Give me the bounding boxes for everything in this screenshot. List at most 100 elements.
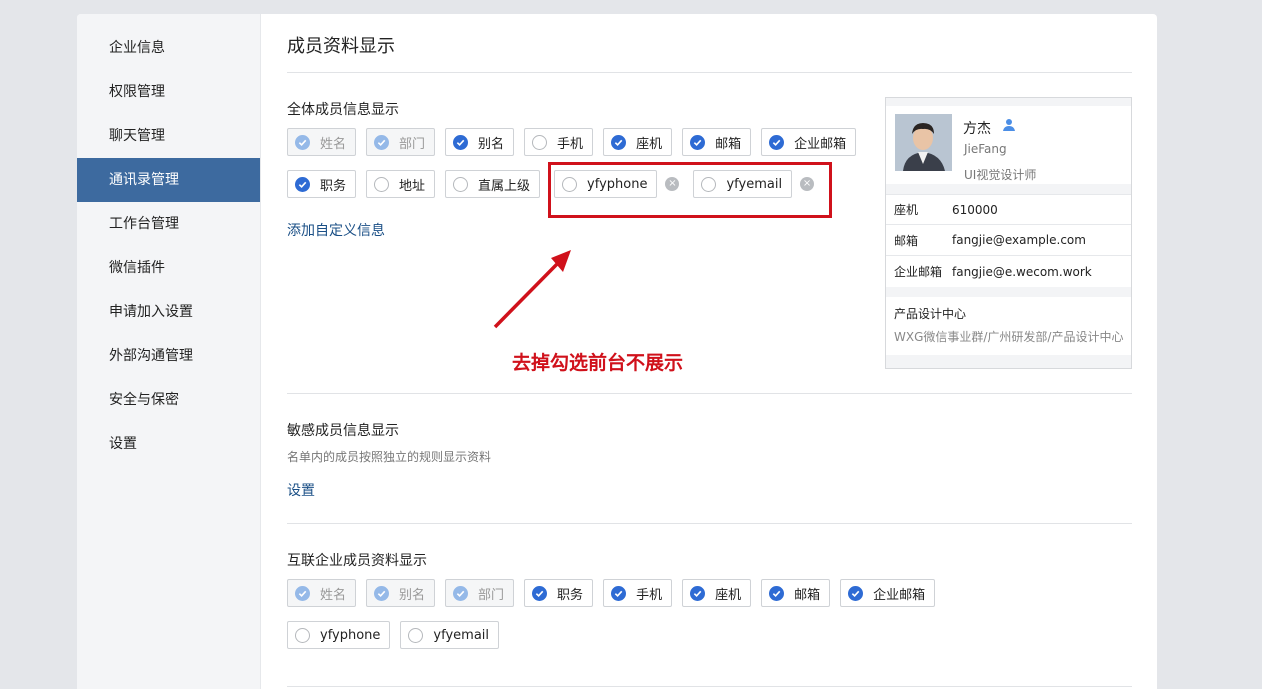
check-circle-icon [374,585,390,601]
card-row: 邮箱 fangjie@example.com [886,225,1131,256]
card-row-key: 座机 [894,203,919,217]
user-icon [1003,119,1015,131]
check-circle-icon [295,134,310,150]
annotation-arrow-icon [493,250,571,329]
check-circle-icon [532,585,548,601]
page-title: 成员资料显示 [287,36,395,57]
avatar [895,114,952,171]
field-label: 部门 [399,136,426,152]
check-circle-icon [453,585,469,601]
card-row: 企业邮箱 fangjie@e.wecom.work [886,256,1131,287]
field-checkbox[interactable]: 企业邮箱 [840,579,936,607]
card-header: 方杰 JieFang UI视觉设计师 [886,106,1131,184]
check-circle-icon [848,585,864,601]
check-circle-icon [690,134,706,150]
field-label: 职务 [557,587,584,603]
check-circle-icon [769,134,785,150]
field-checkbox[interactable]: 别名 [445,128,515,156]
field-checkbox[interactable]: yfyemail [400,621,500,649]
field-checkbox[interactable]: 座机 [682,579,752,607]
field-label: 企业邮箱 [794,136,847,152]
field-checkbox: 姓名 [287,128,357,156]
sidebar-item[interactable]: 设置 [77,422,260,466]
field-label: yfyphone [320,627,381,643]
field-checkbox[interactable]: 直属上级 [445,170,541,198]
divider [287,523,1132,524]
field-checkbox[interactable]: 手机 [603,579,673,607]
field-label: yfyemail [433,627,490,643]
field-label: 手机 [636,587,663,603]
unchecked-circle-icon [295,627,310,643]
sidebar-item[interactable]: 外部沟通管理 [77,334,260,378]
annotation-highlight-box [548,162,832,218]
profile-preview-card: 方杰 JieFang UI视觉设计师 座机 610000 邮箱 fangjie@ex… [885,97,1132,369]
sidebar-item[interactable]: 工作台管理 [77,202,260,246]
field-label: 姓名 [320,136,347,152]
field-checkbox[interactable]: yfyphone [287,621,391,649]
check-circle-icon [611,134,627,150]
check-circle-icon [690,585,706,601]
sidebar-item[interactable]: 权限管理 [77,70,260,114]
field-label: 直属上级 [478,178,531,194]
field-label: 姓名 [320,587,347,603]
unchecked-circle-icon [532,134,548,150]
field-label: 邮箱 [715,136,742,152]
annotation-text: 去掉勾选前台不展示 [512,352,684,374]
field-label: 手机 [557,136,584,152]
department-path: WXG微信事业群/广州研发部/产品设计中心 [894,330,1124,344]
field-checkbox[interactable]: 座机 [603,128,673,156]
field-label: 别名 [478,136,505,152]
field-label: 别名 [399,587,426,603]
card-row-value: fangjie@e.wecom.work [952,264,1092,279]
card-job-title: UI视觉设计师 [964,168,1037,182]
field-label: 职务 [320,178,347,194]
field-checkbox: 姓名 [287,579,357,607]
check-circle-icon [295,176,310,192]
field-label: 邮箱 [794,587,821,603]
sidebar-item[interactable]: 申请加入设置 [77,290,260,334]
check-circle-icon [295,585,310,601]
sidebar-item[interactable]: 聊天管理 [77,114,260,158]
divider [287,686,1132,687]
field-label: 部门 [478,587,505,603]
card-row: 座机 610000 [886,194,1131,225]
sidebar-item[interactable]: 通讯录管理 [77,158,260,202]
field-checkbox: 部门 [445,579,515,607]
all-members-fields-row1: 姓名 部门 别名 手机 座机 邮箱 企业邮箱 [287,128,866,156]
divider [287,72,1132,73]
card-row-key: 企业邮箱 [894,265,943,279]
sidebar-item[interactable]: 安全与保密 [77,378,260,422]
field-checkbox[interactable]: 邮箱 [682,128,752,156]
check-circle-icon [611,585,627,601]
check-circle-icon [769,585,785,601]
field-checkbox: 部门 [366,128,436,156]
field-checkbox[interactable]: 职务 [524,579,594,607]
sensitive-title: 敏感成员信息显示 [287,423,399,439]
field-label: 座机 [715,587,742,603]
card-row-value: fangjie@example.com [952,233,1086,247]
card-row-value: 610000 [952,202,998,217]
sidebar-item[interactable]: 企业信息 [77,26,260,70]
card-english-name: JieFang [964,142,1007,156]
card-department: 产品设计中心 WXG微信事业群/广州研发部/产品设计中心 [886,297,1131,355]
field-checkbox[interactable]: 职务 [287,170,357,198]
divider [287,393,1132,394]
card-name: 方杰 [963,121,991,137]
field-checkbox[interactable]: 邮箱 [761,579,831,607]
field-checkbox[interactable]: 企业邮箱 [761,128,857,156]
sidebar-item[interactable]: 微信插件 [77,246,260,290]
field-label: 地址 [399,178,426,194]
field-label: 企业邮箱 [873,587,926,603]
card-info-rows: 座机 610000 邮箱 fangjie@example.com 企业邮箱 fangj… [886,194,1131,287]
field-checkbox[interactable]: 手机 [524,128,594,156]
field-checkbox[interactable]: 地址 [366,170,436,198]
sidebar: 企业信息 权限管理 聊天管理 通讯录管理 工作台管理 微信插件 申请加入设置 外部沟通管理 安全… [77,14,261,689]
field-checkbox: 别名 [366,579,436,607]
sensitive-settings-link[interactable]: 设置 [287,480,315,500]
card-row-key: 邮箱 [894,233,919,248]
unchecked-circle-icon [453,176,469,192]
linked-fields-row2: yfyphone yfyemail [287,621,509,649]
add-custom-info-link[interactable]: 添加自定义信息 [287,220,385,240]
check-circle-icon [374,134,390,150]
linked-fields-row1: 姓名 别名 部门 职务 手机 座机 邮箱 企业邮箱 [287,579,945,607]
